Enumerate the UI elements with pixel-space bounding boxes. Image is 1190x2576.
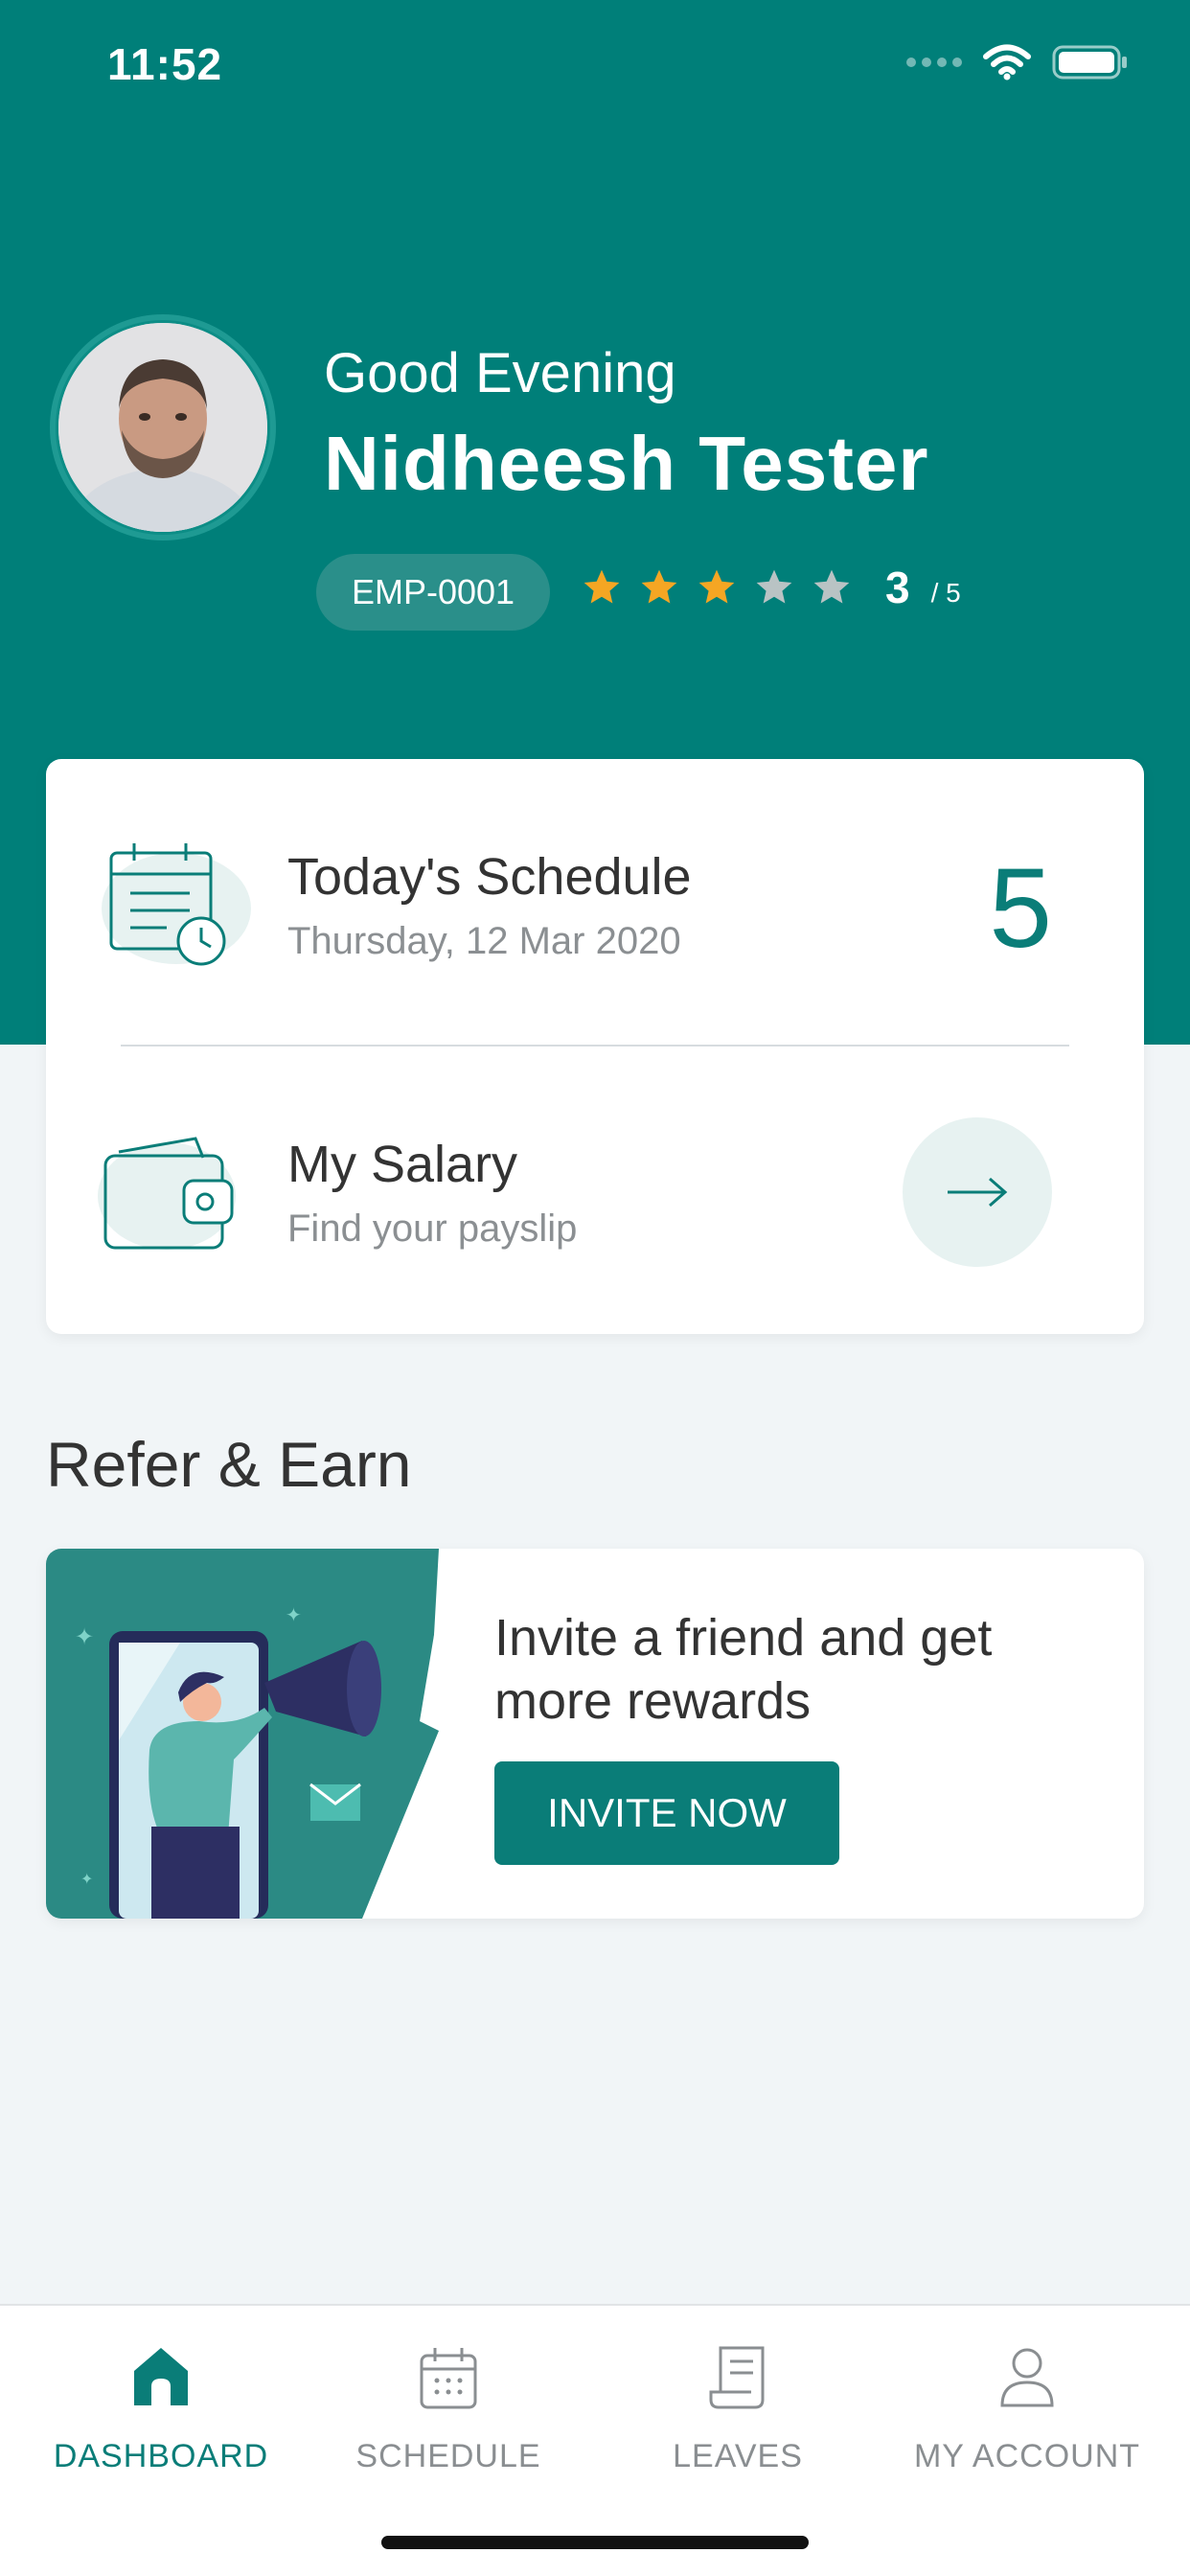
svg-text:✦: ✦ bbox=[75, 1623, 94, 1650]
refer-message: Invite a friend and get more rewards bbox=[494, 1609, 993, 1730]
rating-value: 3 bbox=[885, 563, 910, 612]
tab-schedule[interactable]: SCHEDULE bbox=[305, 2306, 592, 2517]
user-name: Nidheesh Tester bbox=[324, 421, 929, 506]
refer-card: ✦ ✦ ✦ Invite a friend and get more rewar… bbox=[46, 1549, 1144, 1919]
salary-arrow-button[interactable] bbox=[903, 1117, 1052, 1267]
status-icons bbox=[906, 44, 1129, 80]
wifi-icon bbox=[983, 44, 1031, 80]
document-icon bbox=[709, 2346, 765, 2409]
schedule-count: 5 bbox=[989, 845, 1052, 972]
star-filled-icon bbox=[641, 569, 677, 604]
referral-illustration: ✦ ✦ ✦ bbox=[46, 1549, 468, 1919]
rating-max: / 5 bbox=[930, 578, 961, 608]
user-icon bbox=[1000, 2348, 1054, 2407]
star-filled-icon bbox=[698, 569, 735, 604]
schedule-calendar-icon bbox=[90, 838, 253, 972]
tab-label: DASHBOARD bbox=[53, 2438, 269, 2474]
status-time: 11:52 bbox=[107, 39, 223, 89]
my-salary-row[interactable]: My Salary Find your payslip bbox=[46, 1046, 1144, 1332]
greeting-text: Good Evening bbox=[324, 342, 676, 404]
svg-text:✦: ✦ bbox=[286, 1603, 302, 1626]
tab-label: LEAVES bbox=[673, 2438, 803, 2474]
star-filled-icon bbox=[584, 569, 620, 604]
schedule-date: Thursday, 12 Mar 2020 bbox=[287, 920, 681, 962]
arrow-right-icon bbox=[948, 1177, 1008, 1208]
avatar[interactable] bbox=[50, 314, 276, 540]
tab-label: SCHEDULE bbox=[355, 2438, 541, 2474]
tab-my-account[interactable]: MY ACCOUNT bbox=[883, 2306, 1171, 2517]
schedule-title: Today's Schedule bbox=[287, 848, 692, 906]
salary-title: My Salary bbox=[287, 1136, 518, 1193]
home-indicator bbox=[381, 2536, 809, 2549]
summary-card: Today's Schedule Thursday, 12 Mar 2020 5… bbox=[46, 759, 1144, 1334]
calendar-icon bbox=[420, 2348, 477, 2409]
avatar-image bbox=[58, 323, 267, 532]
refer-heading: Refer & Earn bbox=[46, 1429, 412, 1500]
battery-icon bbox=[1052, 44, 1129, 80]
tab-dashboard[interactable]: DASHBOARD bbox=[17, 2306, 305, 2517]
employee-id-badge: EMP-0001 bbox=[316, 554, 550, 631]
star-empty-icon bbox=[813, 569, 850, 604]
todays-schedule-row[interactable]: Today's Schedule Thursday, 12 Mar 2020 5 bbox=[46, 759, 1144, 1045]
home-icon bbox=[134, 2348, 188, 2405]
invite-now-button[interactable]: INVITE NOW bbox=[494, 1761, 839, 1865]
svg-text:✦: ✦ bbox=[80, 1870, 93, 1888]
dashboard-screen: 11:52 Good Evening Nidheesh Tester EMP-0… bbox=[0, 0, 1190, 2576]
wallet-icon bbox=[90, 1125, 253, 1259]
star-empty-icon bbox=[756, 569, 792, 604]
rating: 3 / 5 bbox=[581, 562, 961, 613]
salary-subtitle: Find your payslip bbox=[287, 1208, 578, 1250]
tab-label: MY ACCOUNT bbox=[913, 2438, 1141, 2474]
tab-leaves[interactable]: LEAVES bbox=[594, 2306, 881, 2517]
signal-icon bbox=[906, 58, 962, 67]
